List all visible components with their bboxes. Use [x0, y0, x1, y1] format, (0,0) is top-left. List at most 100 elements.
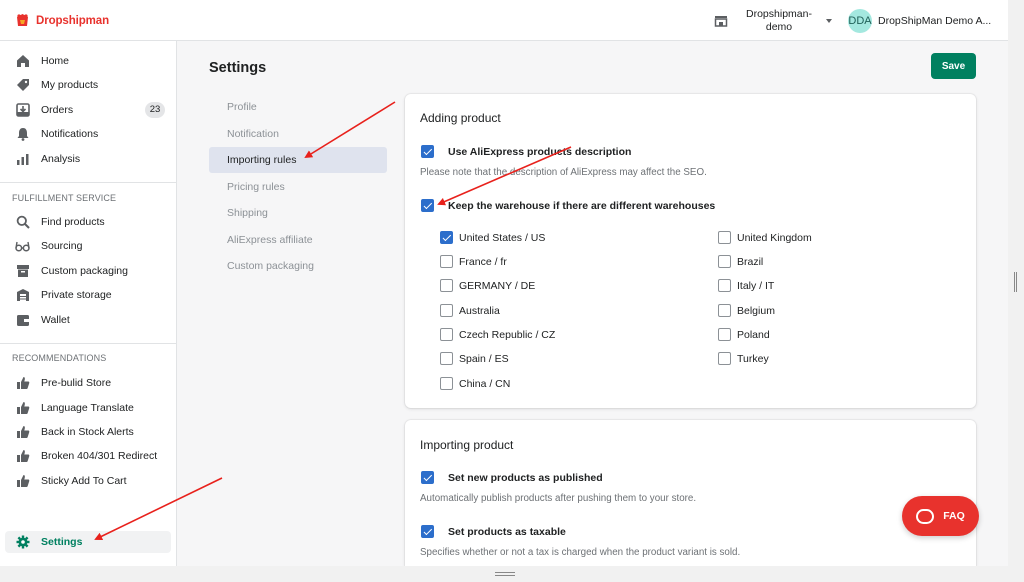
- sidebar-item-my-products[interactable]: My products: [5, 74, 171, 96]
- glasses-icon: [15, 239, 30, 254]
- keep-warehouse-label: Keep the warehouse if there are differen…: [448, 200, 716, 212]
- thumbs-up-icon: [15, 425, 30, 440]
- sidebar-item-notifications[interactable]: Notifications: [5, 123, 171, 145]
- thumbs-up-icon: [15, 449, 30, 464]
- store-icon: [714, 16, 728, 27]
- page-title: Settings: [209, 60, 267, 76]
- sidebar-item-label: Find products: [41, 216, 105, 228]
- sidebar-item-sticky-add-to-cart[interactable]: Sticky Add To Cart: [5, 470, 171, 492]
- avatar: DDA: [848, 9, 872, 33]
- sidebar-item-settings[interactable]: Settings: [5, 531, 171, 553]
- resize-grip[interactable]: [495, 572, 515, 576]
- taxable-label: Set products as taxable: [448, 526, 566, 538]
- subnav-aliexpress-affiliate[interactable]: AliExpress affiliate: [209, 227, 387, 253]
- store-name-line2: demo: [765, 21, 793, 33]
- user-name: DropShipMan Demo A...: [878, 15, 992, 27]
- taxable-help: Specifies whether or not a tax is charge…: [420, 547, 741, 558]
- subnav-custom-packaging[interactable]: Custom packaging: [209, 253, 387, 279]
- warehouse-checkbox-fr[interactable]: [440, 255, 453, 268]
- use-description-help: Please note that the description of AliE…: [420, 167, 707, 178]
- faq-label: FAQ: [943, 510, 965, 522]
- store-name-line1: Dropshipman-: [746, 8, 812, 20]
- sidebar-item-orders[interactable]: Orders 23: [5, 99, 171, 121]
- package-icon: [15, 264, 30, 279]
- bell-icon: [15, 127, 30, 142]
- sidebar-item-private-storage[interactable]: Private storage: [5, 284, 171, 306]
- warehouse-checkbox-br[interactable]: [718, 255, 731, 268]
- sidebar-item-label: Private storage: [41, 289, 112, 301]
- subnav-profile[interactable]: Profile: [209, 94, 387, 120]
- use-description-checkbox[interactable]: [421, 145, 434, 158]
- published-help: Automatically publish products after pus…: [420, 493, 697, 504]
- sidebar-item-label: Pre-bulid Store: [41, 377, 112, 389]
- warehouse-checkbox-be[interactable]: [718, 304, 731, 317]
- sidebar-item-label: My products: [41, 79, 99, 91]
- warehouse-checkbox-us[interactable]: [440, 231, 453, 244]
- warehouse-label: Brazil: [737, 256, 764, 268]
- warehouse-checkbox-de[interactable]: [440, 279, 453, 292]
- brand-logo[interactable]: Dropshipman: [14, 12, 109, 29]
- sidebar-item-language-translate[interactable]: Language Translate: [5, 397, 171, 419]
- sidebar-item-label: Settings: [41, 536, 83, 548]
- warehouse-label: United States / US: [459, 232, 546, 244]
- sidebar-item-label: Notifications: [41, 128, 99, 140]
- published-checkbox[interactable]: [421, 471, 434, 484]
- warehouse-label: Italy / IT: [737, 280, 775, 292]
- sidebar-item-label: Home: [41, 55, 70, 67]
- chevron-down-icon: [826, 19, 832, 23]
- orders-icon: [15, 103, 30, 118]
- published-label: Set new products as published: [448, 472, 603, 484]
- warehouse-label: China / CN: [459, 378, 511, 390]
- keep-warehouse-checkbox[interactable]: [421, 199, 434, 212]
- warehouse-checkbox-cn[interactable]: [440, 377, 453, 390]
- warehouse-checkbox-cz[interactable]: [440, 328, 453, 341]
- sidebar-item-wallet[interactable]: Wallet: [5, 309, 171, 331]
- sidebar-item-sourcing[interactable]: Sourcing: [5, 235, 171, 257]
- sidebar-item-analysis[interactable]: Analysis: [5, 148, 171, 170]
- subnav-importing-rules[interactable]: Importing rules: [209, 147, 387, 173]
- thumbs-up-icon: [15, 474, 30, 489]
- scrollbar-grip[interactable]: [1014, 272, 1017, 292]
- use-description-label: Use AliExpress products description: [448, 146, 632, 158]
- sidebar-item-find-products[interactable]: Find products: [5, 211, 171, 233]
- warehouse-icon: [15, 288, 30, 303]
- sidebar-item-custom-packaging[interactable]: Custom packaging: [5, 260, 171, 282]
- wallet-icon: [15, 313, 30, 328]
- faq-button[interactable]: FAQ: [902, 496, 979, 536]
- sidebar-item-label: Sourcing: [41, 240, 83, 252]
- store-switcher[interactable]: Dropshipman- demo: [714, 7, 832, 35]
- warehouse-label: France / fr: [459, 256, 507, 268]
- sidebar-item-label: Back in Stock Alerts: [41, 426, 134, 438]
- warehouse-label: GERMANY / DE: [459, 280, 536, 292]
- chart-icon: [15, 152, 30, 167]
- warehouse-checkbox-it[interactable]: [718, 279, 731, 292]
- warehouse-checkbox-uk[interactable]: [718, 231, 731, 244]
- sidebar-item-broken-redirect[interactable]: Broken 404/301 Redirect: [5, 445, 171, 467]
- subnav-notification[interactable]: Notification: [209, 121, 387, 147]
- warehouse-label: Turkey: [737, 353, 769, 365]
- sidebar-item-label: Orders: [41, 104, 74, 116]
- sidebar-item-home[interactable]: Home: [5, 50, 171, 72]
- importing-product-card: Importing product Set new products as pu…: [405, 420, 976, 566]
- warehouse-checkbox-tr[interactable]: [718, 352, 731, 365]
- sidebar-divider: [0, 182, 177, 183]
- warehouse-checkbox-es[interactable]: [440, 352, 453, 365]
- user-menu[interactable]: DDA DropShipMan Demo A...: [848, 9, 991, 33]
- taxable-checkbox[interactable]: [421, 525, 434, 538]
- dropshipman-logo-icon: [17, 14, 28, 26]
- sidebar-divider: [0, 343, 177, 344]
- sidebar-item-back-in-stock-alerts[interactable]: Back in Stock Alerts: [5, 421, 171, 443]
- sidebar-item-label: Broken 404/301 Redirect: [41, 450, 158, 462]
- subnav-shipping[interactable]: Shipping: [209, 200, 387, 226]
- warehouse-checkbox-au[interactable]: [440, 304, 453, 317]
- warehouse-checkbox-pl[interactable]: [718, 328, 731, 341]
- sidebar-item-pre-build-store[interactable]: Pre-bulid Store: [5, 372, 171, 394]
- subnav-pricing-rules[interactable]: Pricing rules: [209, 174, 387, 200]
- recommendations-section-title: RECOMMENDATIONS: [12, 353, 107, 363]
- card-title: Adding product: [420, 111, 501, 125]
- save-button[interactable]: Save: [931, 53, 976, 79]
- store-name: Dropshipman- demo: [740, 8, 818, 34]
- top-bar: Dropshipman Dropshipman- demo DDA DropSh…: [0, 0, 1008, 41]
- sidebar-item-label: Sticky Add To Cart: [41, 475, 127, 487]
- adding-product-card: Adding product Use AliExpress products d…: [405, 94, 976, 408]
